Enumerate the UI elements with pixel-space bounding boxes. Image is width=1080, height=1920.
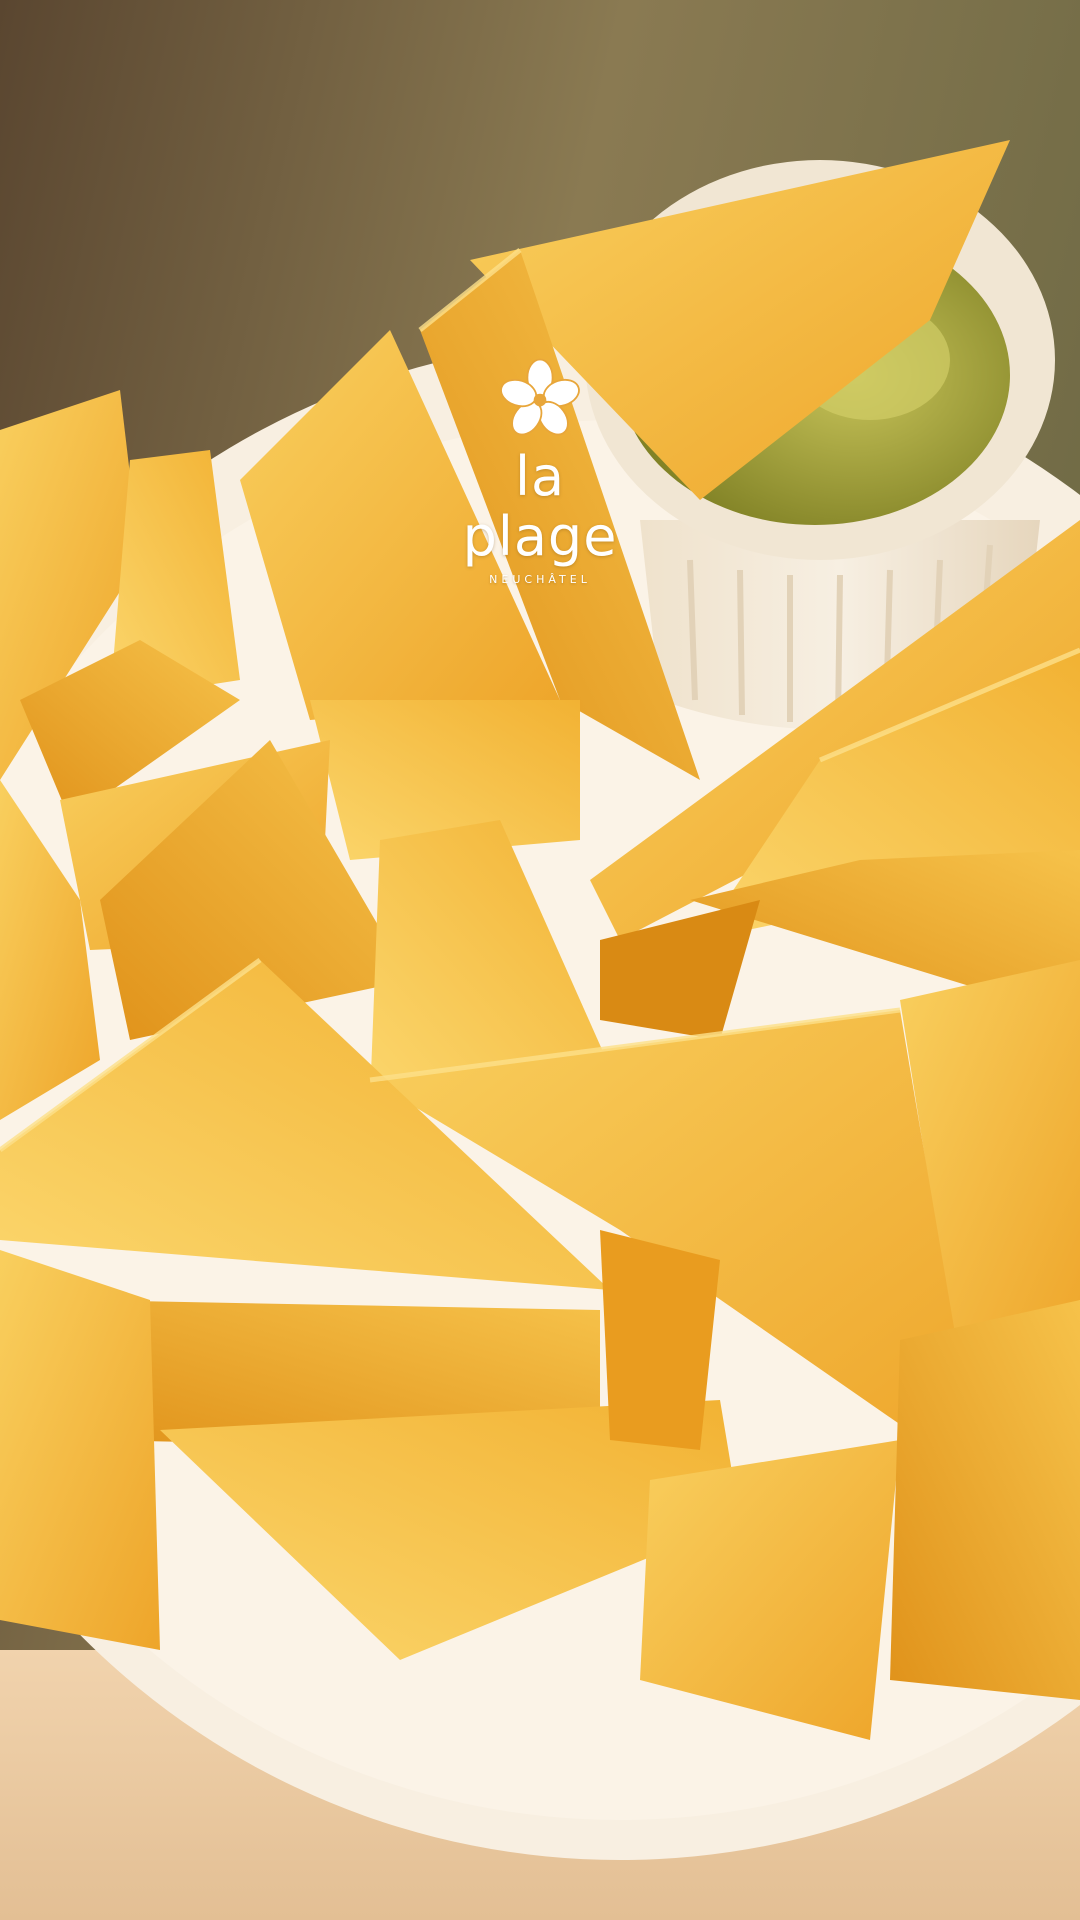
brand-location: NEUCHÂTEL [489, 573, 591, 586]
brand-logo: la plage NEUCHÂTEL [440, 355, 640, 586]
flower-icon [500, 358, 580, 436]
story-image: la plage NEUCHÂTEL [0, 0, 1080, 1920]
brand-name: la plage [462, 445, 618, 568]
nachos-photo [0, 0, 1080, 1920]
